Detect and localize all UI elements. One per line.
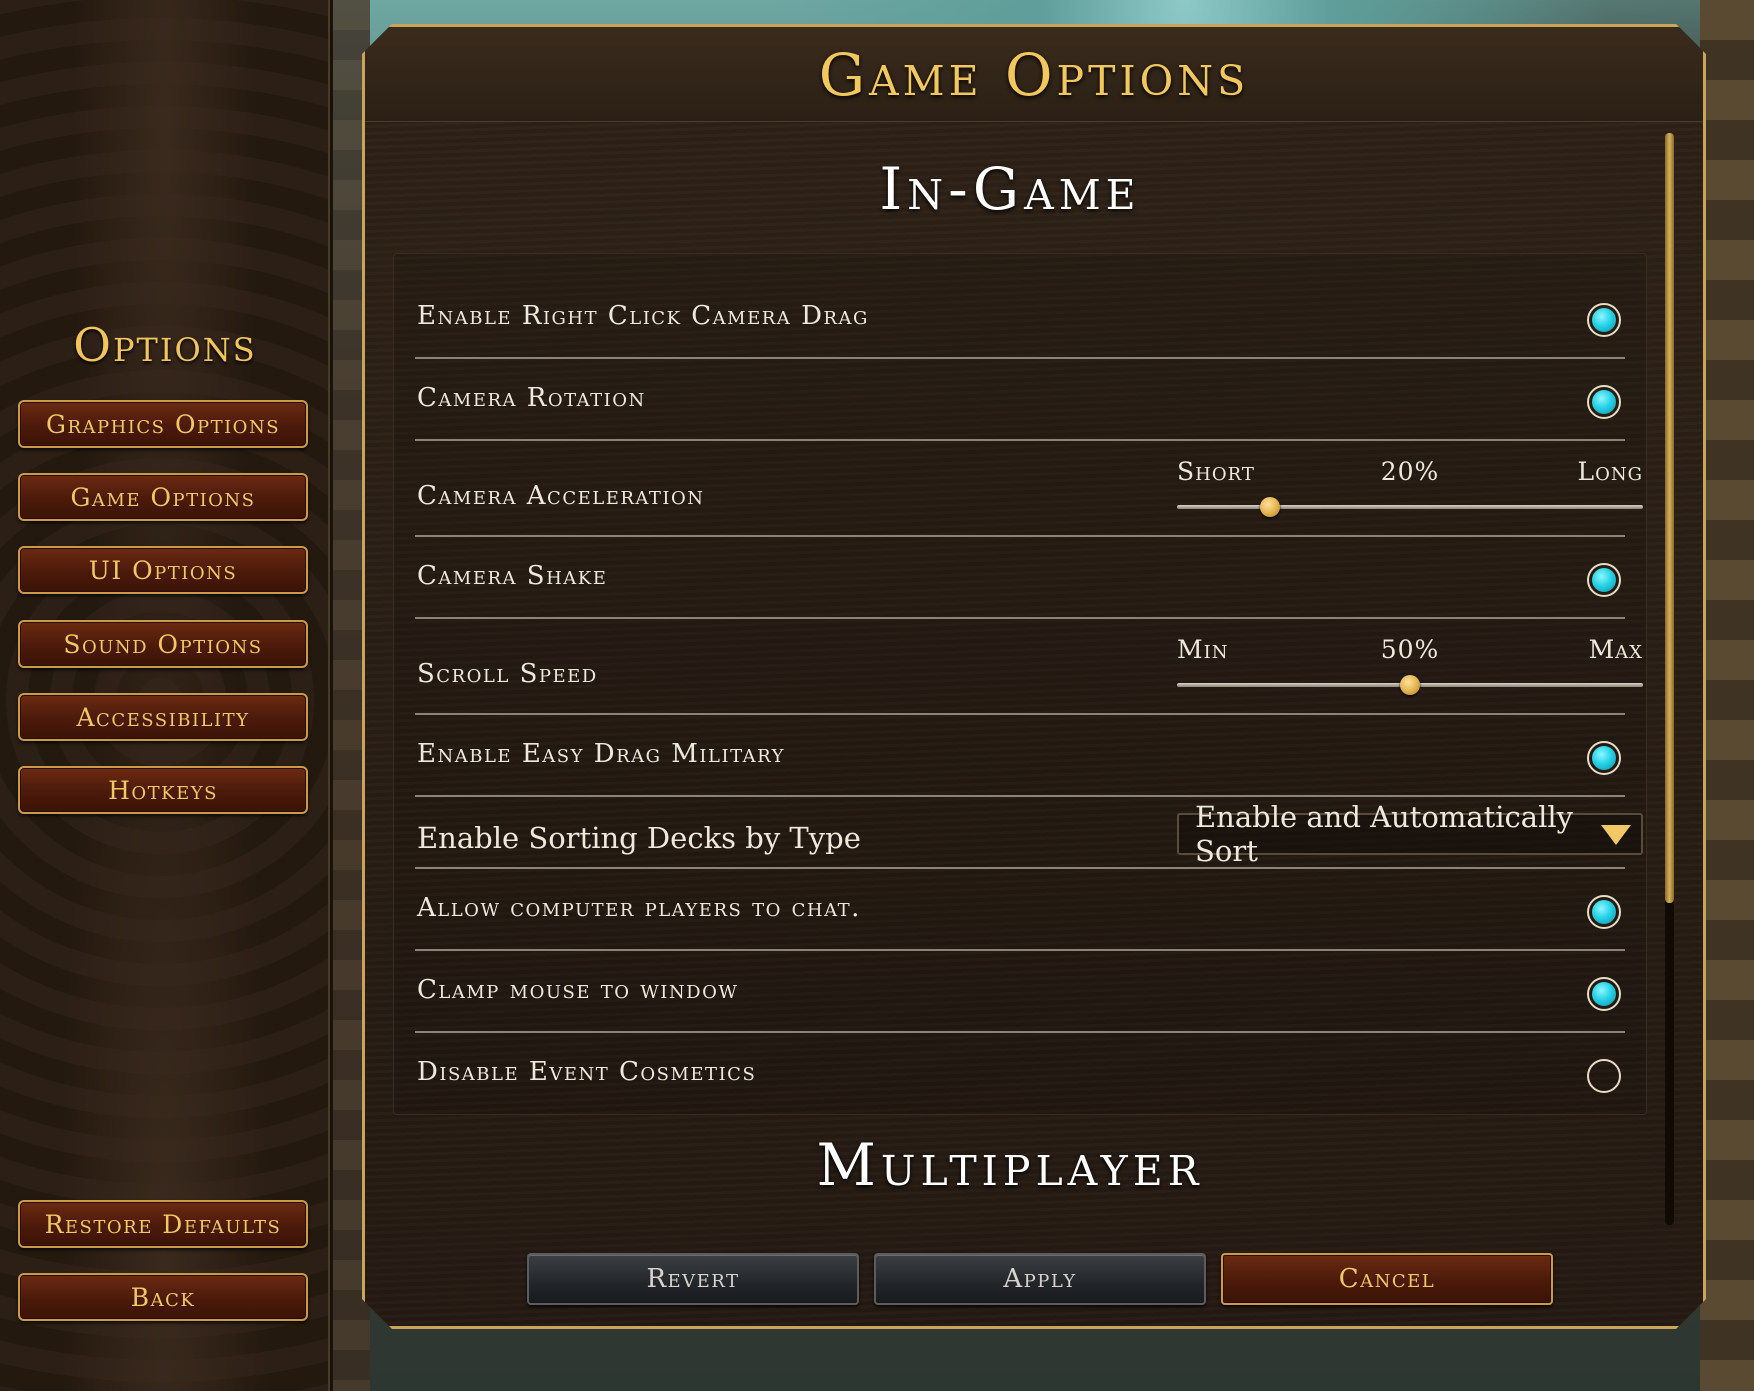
- disable-event-cosmetics-toggle[interactable]: [1587, 1059, 1621, 1093]
- setting-label: Camera Shake: [417, 561, 608, 591]
- panel-title: Game Options: [818, 41, 1250, 109]
- game-options-panel: Game Options In-Game Enable Right Click …: [362, 24, 1706, 1329]
- clamp-mouse-toggle[interactable]: [1587, 977, 1621, 1011]
- hotkeys-button[interactable]: Hotkeys: [18, 766, 308, 814]
- setting-row-right-click-drag: Enable Right Click Camera Drag: [415, 277, 1625, 359]
- ui-options-button[interactable]: UI Options: [18, 546, 308, 594]
- setting-label: Enable Easy Drag Military: [417, 739, 786, 769]
- sorting-decks-dropdown[interactable]: Enable and Automatically Sort: [1177, 813, 1643, 855]
- sidebar-title: Options: [73, 318, 257, 372]
- slider-value-label: 20%: [1380, 457, 1440, 486]
- cancel-button[interactable]: Cancel: [1221, 1253, 1553, 1305]
- slider-value-label: 50%: [1380, 635, 1440, 664]
- setting-row-easy-drag-military: Enable Easy Drag Military: [415, 715, 1625, 797]
- revert-button[interactable]: Revert: [527, 1253, 859, 1305]
- restore-defaults-button[interactable]: Restore Defaults: [18, 1200, 308, 1248]
- background-building-right: [1700, 0, 1754, 1391]
- easy-drag-military-toggle[interactable]: [1587, 741, 1621, 775]
- scroll-speed-slider[interactable]: Min 50% Max: [1177, 635, 1643, 705]
- setting-row-camera-acceleration: Camera Acceleration Short 20% Long: [415, 441, 1625, 537]
- section-title-in-game: In-Game: [879, 155, 1141, 223]
- camera-shake-toggle[interactable]: [1587, 563, 1621, 597]
- camera-rotation-toggle[interactable]: [1587, 385, 1621, 419]
- setting-label: Enable Right Click Camera Drag: [417, 301, 869, 331]
- setting-row-clamp-mouse: Clamp mouse to window: [415, 951, 1625, 1033]
- setting-label: Disable Event Cosmetics: [417, 1057, 757, 1087]
- slider-max-label: Long: [1577, 457, 1643, 486]
- camera-acceleration-slider[interactable]: Short 20% Long: [1177, 457, 1643, 527]
- slider-handle[interactable]: [1400, 675, 1420, 695]
- apply-button[interactable]: Apply: [874, 1253, 1206, 1305]
- setting-label: Enable Sorting Decks by Type: [417, 821, 861, 855]
- slider-handle[interactable]: [1260, 497, 1280, 517]
- setting-label: Camera Rotation: [417, 383, 646, 413]
- setting-label: Scroll Speed: [417, 659, 598, 689]
- setting-label: Camera Acceleration: [417, 481, 705, 511]
- slider-max-label: Max: [1588, 635, 1643, 664]
- dropdown-selected-value: Enable and Automatically Sort: [1195, 800, 1574, 868]
- sound-options-button[interactable]: Sound Options: [18, 620, 308, 668]
- options-sidebar: Options Graphics Options Game Options UI…: [0, 0, 333, 1391]
- setting-row-sorting-decks: Enable Sorting Decks by Type Enable and …: [415, 797, 1625, 869]
- setting-row-disable-event-cosmetics: Disable Event Cosmetics: [415, 1033, 1625, 1113]
- accessibility-button[interactable]: Accessibility: [18, 693, 308, 741]
- setting-row-computer-chat: Allow computer players to chat.: [415, 869, 1625, 951]
- setting-label: Clamp mouse to window: [417, 975, 739, 1005]
- scrollbar[interactable]: [1665, 133, 1674, 1225]
- chevron-down-icon[interactable]: [1601, 825, 1631, 845]
- slider-track[interactable]: [1177, 505, 1643, 509]
- setting-row-camera-shake: Camera Shake: [415, 537, 1625, 619]
- scrollbar-thumb[interactable]: [1665, 133, 1674, 903]
- computer-chat-toggle[interactable]: [1587, 895, 1621, 929]
- right-click-drag-toggle[interactable]: [1587, 303, 1621, 337]
- setting-row-camera-rotation: Camera Rotation: [415, 359, 1625, 441]
- panel-header: Game Options: [365, 27, 1703, 122]
- setting-label: Allow computer players to chat.: [417, 893, 861, 923]
- game-options-button[interactable]: Game Options: [18, 473, 308, 521]
- back-button[interactable]: Back: [18, 1273, 308, 1321]
- section-title-multiplayer: Multiplayer: [816, 1131, 1204, 1199]
- graphics-options-button[interactable]: Graphics Options: [18, 400, 308, 448]
- setting-row-scroll-speed: Scroll Speed Min 50% Max: [415, 619, 1625, 715]
